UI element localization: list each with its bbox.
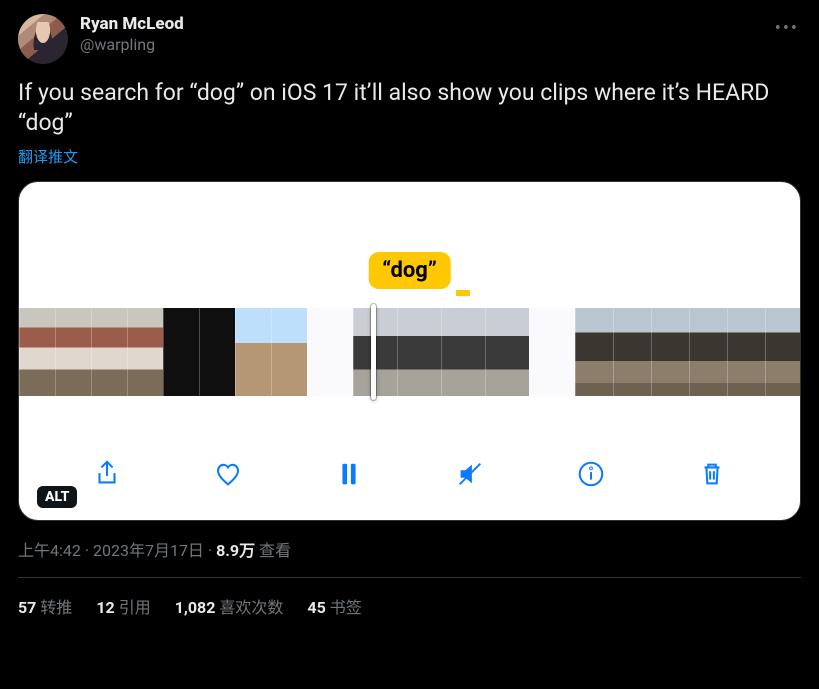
playhead[interactable] (371, 304, 376, 400)
tweet-text: If you search for “dog” on iOS 17 it’ll … (18, 78, 801, 138)
clip-frame (397, 308, 441, 396)
clip-frame (127, 308, 163, 396)
stat-retweets[interactable]: 57转推 (18, 594, 72, 618)
trash-icon[interactable] (692, 454, 732, 494)
stats-row: 57转推 12引用 1,082喜欢次数 45书签 (18, 594, 801, 618)
avatar[interactable] (18, 14, 68, 64)
clip-frame (199, 308, 235, 396)
clip-frame (575, 308, 613, 396)
clip-group-2 (353, 308, 529, 396)
clip-group-1 (19, 308, 307, 396)
clip-gap (307, 308, 353, 396)
clip-gap (529, 308, 575, 396)
translate-link[interactable]: 翻译推文 (18, 146, 801, 167)
user-handle: @warpling (80, 35, 184, 55)
clip-frame (727, 308, 765, 396)
caption-bubble-pointer (456, 290, 470, 296)
clip-group-3 (575, 308, 801, 396)
timeline-strip[interactable] (19, 308, 800, 396)
tweet-time[interactable]: 上午4:42 (18, 541, 81, 560)
stat-bookmarks[interactable]: 45书签 (307, 594, 361, 618)
meta-separator: · (204, 541, 216, 560)
stat-likes[interactable]: 1,082喜欢次数 (175, 594, 284, 618)
clip-frame (765, 308, 801, 396)
tweet-meta: 上午4:42 · 2023年7月17日 · 8.9万 查看 (18, 537, 801, 561)
heart-icon[interactable] (208, 454, 248, 494)
share-icon[interactable] (87, 454, 127, 494)
media-attachment[interactable]: “dog” (18, 181, 801, 521)
user-block[interactable]: Ryan McLeod @warpling (80, 14, 184, 55)
display-name: Ryan McLeod (80, 14, 184, 35)
clip-frame (651, 308, 689, 396)
clip-frame (163, 308, 199, 396)
clip-frame (91, 308, 127, 396)
clip-frame (271, 308, 307, 396)
media-toolbar (19, 454, 800, 494)
more-options-icon[interactable]: ••• (771, 14, 803, 43)
pause-icon[interactable] (329, 454, 369, 494)
clip-frame (19, 308, 55, 396)
tweet-container: Ryan McLeod @warpling ••• If you search … (0, 0, 819, 630)
tweet-header: Ryan McLeod @warpling ••• (18, 14, 801, 64)
alt-badge[interactable]: ALT (37, 486, 77, 508)
stat-quotes[interactable]: 12引用 (96, 594, 150, 618)
clip-frame (613, 308, 651, 396)
speaker-mute-icon[interactable] (450, 454, 490, 494)
clip-frame (441, 308, 485, 396)
tweet-date[interactable]: 2023年7月17日 (93, 541, 204, 560)
clip-frame (55, 308, 91, 396)
clip-frame (485, 308, 529, 396)
meta-separator: · (81, 541, 93, 560)
divider (18, 577, 801, 578)
clip-frame (689, 308, 727, 396)
views-count: 8.9万 (216, 541, 255, 560)
views-label: 查看 (259, 541, 291, 560)
info-icon[interactable] (571, 454, 611, 494)
clip-frame (235, 308, 271, 396)
caption-bubble: “dog” (368, 252, 451, 289)
